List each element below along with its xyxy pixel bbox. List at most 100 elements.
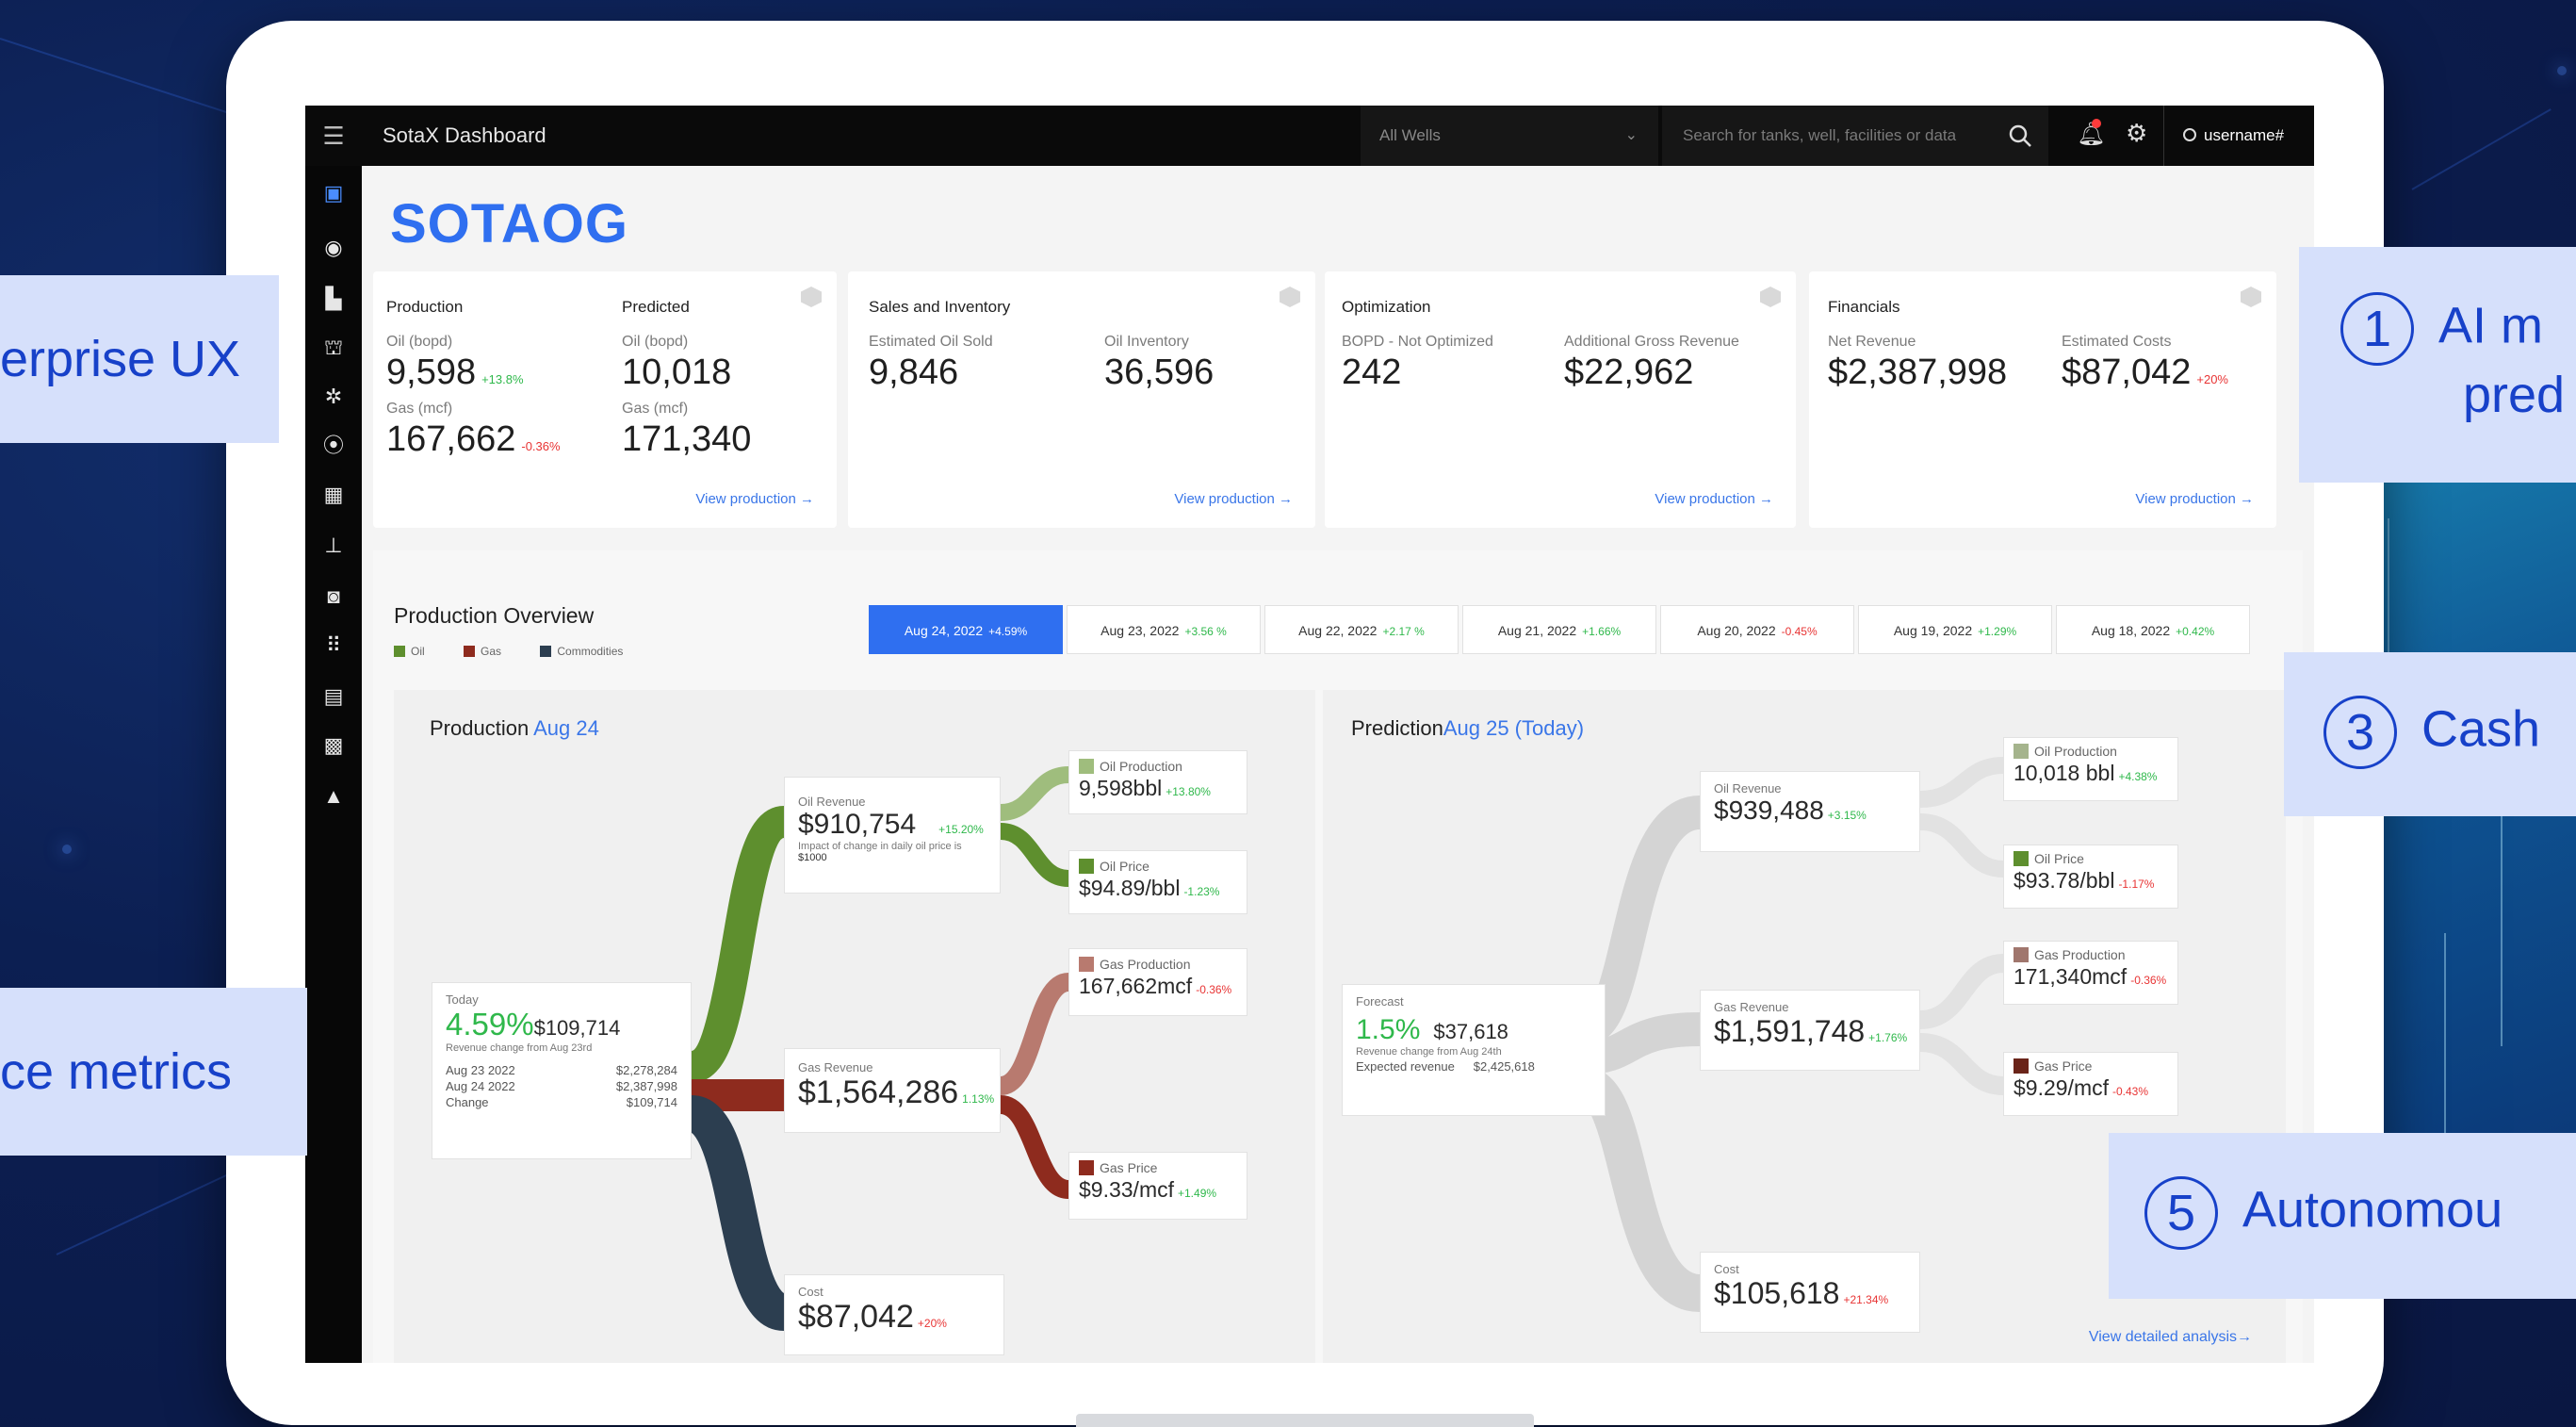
gas-production-swatch: [1079, 957, 1094, 972]
view-production-link[interactable]: View production →: [2135, 491, 2254, 507]
forecast-amount: $37,618: [1433, 1020, 1508, 1043]
date-tab-change: +4.59%: [988, 625, 1028, 638]
sidebar-item-alert-icon[interactable]: ▲: [305, 773, 362, 820]
node-value: 10,018 bbl: [2014, 761, 2115, 785]
date-tab-change: +0.42%: [2176, 625, 2215, 638]
leaf-header: Gas Price: [1079, 1160, 1237, 1177]
pred-oil-price-node: Oil Price $93.78/bbl -1.17%: [2003, 845, 2178, 909]
wells-select[interactable]: All Wells ⌄: [1361, 106, 1658, 166]
sidebar-item-facility-icon[interactable]: ▙: [305, 275, 362, 322]
bg-decor-dot: [2557, 66, 2567, 75]
kpi-value: $87,042 +20%: [2062, 353, 2228, 393]
date-tab[interactable]: Aug 22, 2022 +2.17 %: [1264, 605, 1459, 654]
cube-icon: [2241, 287, 2261, 307]
view-detailed-analysis-link[interactable]: View detailed analysis→: [2089, 1329, 2252, 1346]
leaf-header: Oil Price: [2014, 851, 2168, 868]
sidebar-item-team-icon[interactable]: ▩: [305, 722, 362, 769]
dashboard-screen: ☰ SotaX Dashboard All Wells ⌄ Search for…: [305, 106, 2314, 1363]
kpi-label: BOPD - Not Optimized: [1342, 334, 1493, 350]
leaf-header: Gas Price: [2014, 1058, 2168, 1075]
sidebar-item-building-icon[interactable]: ▦: [305, 471, 362, 518]
overview-title: Production Overview: [394, 603, 595, 628]
kpi-title: Production: [386, 298, 464, 316]
cube-icon: [801, 287, 822, 307]
node-value: $1,564,286: [798, 1074, 959, 1110]
kpi-value: $2,387,998: [1828, 353, 2008, 392]
gear-icon[interactable]: ⚙: [2126, 119, 2147, 148]
flow-pred-cost: [1580, 1067, 1703, 1312]
kpi-title-spacer: [2062, 298, 2228, 317]
date-tab[interactable]: Aug 20, 2022 -0.45%: [1660, 605, 1854, 654]
node-value-row: $9.29/mcf -0.43%: [2014, 1075, 2168, 1101]
kpi-value: 10,018: [622, 353, 732, 392]
node-value: $9.33/mcf: [1079, 1177, 1174, 1202]
user-menu[interactable]: username#: [2163, 106, 2314, 166]
date-tab-change: +1.66%: [1582, 625, 1622, 638]
callout-text: Cash: [2421, 700, 2541, 758]
callout-ai: 1 AI m pred: [2299, 247, 2576, 483]
notification-badge: [2092, 119, 2101, 128]
oil-production-swatch: [1079, 759, 1094, 774]
kpi-title-spacer: [1564, 298, 1739, 317]
flow-gas-price: [999, 1095, 1070, 1199]
node-value: $94.89/bbl: [1079, 876, 1181, 900]
search-input[interactable]: Search for tanks, well, facilities or da…: [1662, 106, 2048, 166]
date-tab-change: -0.45%: [1781, 625, 1818, 638]
node-change: -1.17%: [2118, 878, 2155, 891]
flow-pred-gas-production: [1919, 954, 2005, 1029]
date-tab[interactable]: Aug 19, 2022 +1.29%: [1858, 605, 2052, 654]
view-production-link[interactable]: View production →: [1174, 491, 1293, 507]
sidebar-item-wells-icon[interactable]: ⛫: [305, 324, 362, 371]
today-row: Aug 23 2022 $2,278,284: [446, 1063, 677, 1077]
overview-legend: Oil Gas Commodities: [394, 645, 659, 658]
sidebar-item-grid-icon[interactable]: ⠿: [305, 622, 362, 669]
node-change: +4.38%: [2118, 770, 2158, 783]
sidebar-item-network-icon[interactable]: ⦿: [305, 422, 362, 469]
sidebar-item-pump-icon[interactable]: ⊥: [305, 522, 362, 569]
sidebar-item-sensor-icon[interactable]: ✲: [305, 373, 362, 420]
oil-production-swatch: [2014, 744, 2029, 759]
sidebar-item-dashboard-icon[interactable]: ▣: [305, 170, 362, 217]
date-tab[interactable]: Aug 23, 2022 +3.56 %: [1067, 605, 1261, 654]
date-tab[interactable]: Aug 18, 2022 +0.42%: [2056, 605, 2250, 654]
node-value-row: $939,488 +3.15%: [1714, 796, 1906, 826]
production-overview: Production Overview Oil Gas Commodities …: [373, 550, 2303, 1363]
kpi-value: 167,662 -0.36%: [386, 419, 561, 460]
hamburger-icon[interactable]: ☰: [305, 106, 362, 166]
callout-cash: 3 Cash: [2284, 652, 2576, 816]
bg-decor-dot: [62, 845, 72, 854]
node-label: Oil Price: [1100, 859, 1149, 874]
date-tab[interactable]: Aug 21, 2022 +1.66%: [1462, 605, 1656, 654]
flow-pred-oil-production: [1919, 757, 2004, 808]
date-tab-label: Aug 24, 2022: [904, 623, 984, 638]
gas-production-node: Gas Production 167,662mcf -0.36%: [1068, 948, 1247, 1016]
kpi-oil-value: 9,598: [386, 353, 477, 392]
kpi-net-revenue: Financials Net Revenue $2,387,998: [1828, 298, 2007, 393]
oil-revenue-node: Oil Revenue $910,754 +15.20% Impact of ch…: [784, 777, 1001, 894]
oil-price-node: Oil Price $94.89/bbl -1.23%: [1068, 850, 1247, 914]
kpi-label: Gas (mcf): [386, 401, 453, 417]
kpi-label: Gas (mcf): [622, 401, 689, 417]
node-value: $9.29/mcf: [2014, 1075, 2109, 1100]
node-value: 9,598bbl: [1079, 776, 1163, 800]
node-label: Forecast: [1356, 994, 1404, 1009]
node-label: Oil Price: [2034, 851, 2084, 866]
gas-production-swatch: [2014, 947, 2029, 962]
sidebar-item-device-icon[interactable]: ◙: [305, 573, 362, 620]
node-label: Gas Price: [1100, 1160, 1158, 1175]
search-icon[interactable]: [2007, 123, 2033, 149]
view-production-link[interactable]: View production →: [1655, 491, 1773, 507]
legend-label: Commodities: [557, 645, 624, 658]
gas-price-swatch: [2014, 1058, 2029, 1074]
flow-cost: [687, 1095, 789, 1331]
sidebar-item-location-icon[interactable]: ◉: [305, 224, 362, 271]
kpi-predicted: Predicted Oil (bopd) 10,018 Gas (mcf) 17…: [622, 298, 751, 460]
node-value-row: 10,018 bbl +4.38%: [2014, 761, 2168, 786]
date-tab[interactable]: Aug 24, 2022 +4.59%: [869, 605, 1063, 654]
node-change: +21.34%: [1843, 1293, 1889, 1306]
sidebar-item-report-icon[interactable]: ▤: [305, 673, 362, 720]
node-change: +20%: [917, 1317, 947, 1330]
view-production-link[interactable]: View production →: [695, 491, 814, 507]
kpi-value: 36,596: [1104, 353, 1215, 392]
kpi-value: 171,340: [622, 419, 752, 459]
